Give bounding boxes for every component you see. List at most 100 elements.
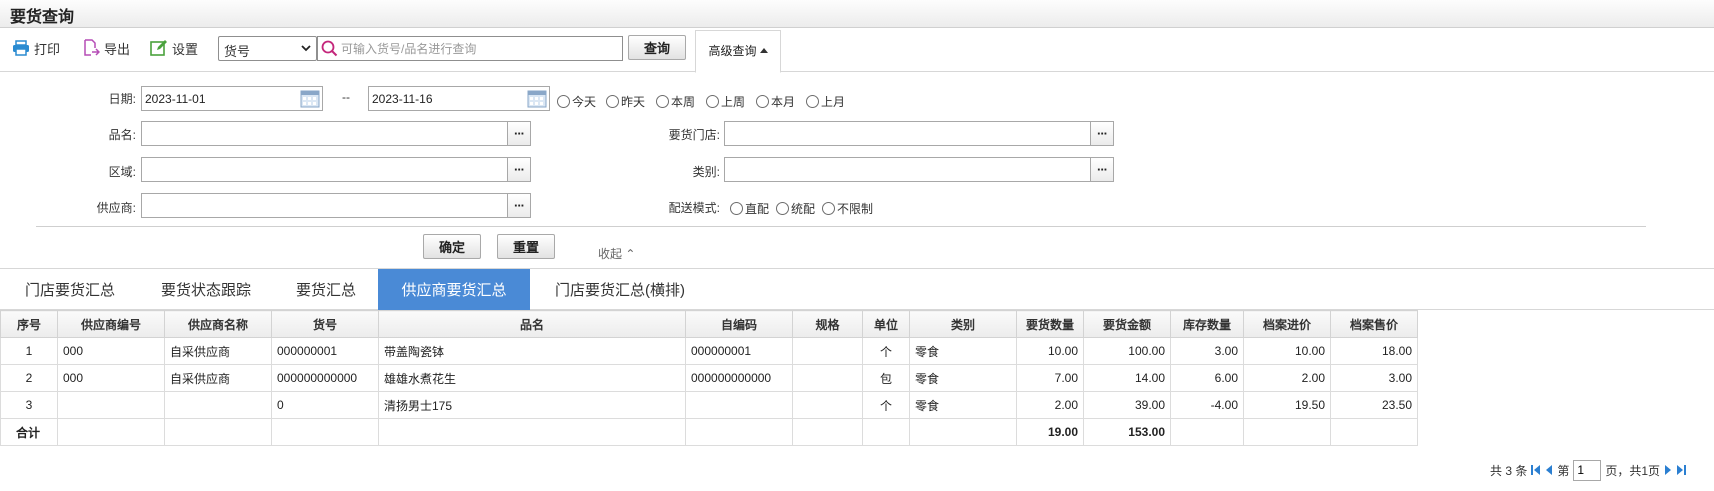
column-header[interactable]: 自编码	[685, 310, 793, 338]
category-label: 类别:	[692, 165, 720, 179]
table-cell	[909, 418, 1017, 446]
radio-last-month[interactable]: 上月	[806, 93, 845, 110]
table-cell	[271, 418, 379, 446]
column-header[interactable]: 要货金额	[1083, 310, 1171, 338]
column-header[interactable]: 库存数量	[1170, 310, 1244, 338]
report-tabs: 门店要货汇总 要货状态跟踪 要货汇总 供应商要货汇总 门店要货汇总(横排)	[0, 268, 1714, 310]
delivery-mode-label: 配送模式:	[668, 201, 720, 215]
table-row[interactable]: 2 000 自采供应商 000000000000 雄雄水煮花生 000000000000 包…	[0, 364, 1418, 392]
prev-page-icon[interactable]	[1545, 464, 1553, 476]
radio-circle	[756, 95, 769, 108]
radio-label: 本月	[771, 95, 796, 109]
settings-button[interactable]: 设置	[150, 38, 198, 58]
title-bar: 要货查询	[0, 0, 1714, 28]
supplier-input[interactable]	[145, 197, 500, 214]
radio-direct-delivery[interactable]: 直配	[730, 200, 769, 217]
confirm-button[interactable]: 确定	[423, 234, 481, 259]
table-cell: 合计	[0, 418, 58, 446]
radio-this-month[interactable]: 本月	[756, 93, 795, 110]
store-picker-button[interactable]: ···	[1090, 121, 1114, 146]
supplier-label: 供应商:	[96, 201, 136, 215]
date-separator: --	[342, 90, 350, 104]
column-header[interactable]: 序号	[0, 310, 58, 338]
table-cell	[685, 418, 793, 446]
radio-unified-delivery[interactable]: 统配	[776, 200, 815, 217]
data-table: 序号 供应商编号 供应商名称 货号 品名 自编码 规格 单位 类别 要货数量 要货金额 库存数量 档案进…	[0, 310, 1418, 446]
table-cell: 2.00	[1016, 391, 1084, 419]
column-header[interactable]: 供应商编号	[57, 310, 165, 338]
search-box	[317, 36, 623, 61]
export-button[interactable]: 导出	[82, 38, 130, 58]
product-label: 品名:	[108, 128, 136, 142]
table-cell	[792, 418, 863, 446]
table-cell	[164, 418, 272, 446]
table-row[interactable]: 3 0 清扬男士175 个零食 2.00 39.00 -4.00 19.50 23.50	[0, 391, 1418, 419]
tab-store-summary-horizontal[interactable]: 门店要货汇总(横排)	[540, 269, 700, 310]
reset-button[interactable]: 重置	[497, 234, 555, 259]
radio-circle	[606, 95, 619, 108]
advanced-query-tab[interactable]: 高级查询	[695, 30, 781, 73]
region-field	[141, 157, 508, 182]
tab-store-summary[interactable]: 门店要货汇总	[8, 269, 132, 310]
radio-circle	[706, 95, 719, 108]
table-cell: 000	[57, 364, 165, 392]
table-total-row[interactable]: 合计 19.00 153.00	[0, 418, 1418, 446]
search-field-select[interactable]: 货号	[218, 36, 317, 61]
date-from-input[interactable]	[145, 90, 295, 107]
column-header[interactable]: 货号	[271, 310, 379, 338]
radio-no-limit[interactable]: 不限制	[822, 200, 873, 217]
tab-supplier-summary[interactable]: 供应商要货汇总	[378, 269, 530, 310]
table-cell: 0	[271, 391, 379, 419]
radio-today[interactable]: 今天	[557, 93, 596, 110]
calendar-icon[interactable]	[299, 88, 321, 109]
supplier-picker-button[interactable]: ···	[507, 193, 531, 218]
tab-status-tracking[interactable]: 要货状态跟踪	[146, 269, 266, 310]
radio-last-week[interactable]: 上周	[706, 93, 745, 110]
next-page-icon[interactable]	[1664, 464, 1672, 476]
store-input[interactable]	[728, 125, 1083, 142]
date-to-input[interactable]	[372, 90, 522, 107]
column-header[interactable]: 供应商名称	[164, 310, 272, 338]
region-picker-button[interactable]: ···	[507, 157, 531, 182]
column-header[interactable]: 类别	[909, 310, 1017, 338]
category-input[interactable]	[728, 161, 1083, 178]
caret-up-icon	[759, 48, 768, 53]
category-picker-button[interactable]: ···	[1090, 157, 1114, 182]
last-page-icon[interactable]	[1676, 464, 1687, 476]
page-number-input[interactable]	[1573, 459, 1602, 481]
table-cell	[685, 391, 793, 419]
radio-yesterday[interactable]: 昨天	[606, 93, 645, 110]
tab-order-summary[interactable]: 要货汇总	[280, 269, 372, 310]
table-cell: 000000001	[685, 337, 793, 365]
calendar-icon[interactable]	[526, 88, 548, 109]
table-cell	[1243, 418, 1331, 446]
export-icon	[82, 39, 100, 57]
print-button[interactable]: 打印	[12, 38, 60, 58]
column-header[interactable]: 品名	[378, 310, 686, 338]
column-header[interactable]: 规格	[792, 310, 863, 338]
search-input[interactable]	[341, 39, 619, 58]
table-cell: 100.00	[1083, 337, 1171, 365]
table-cell: 10.00	[1243, 337, 1331, 365]
table-cell: 18.00	[1330, 337, 1418, 365]
table-cell: 自采供应商	[164, 337, 272, 365]
column-header[interactable]: 档案进价	[1243, 310, 1331, 338]
product-input[interactable]	[145, 125, 500, 142]
radio-label: 上周	[721, 95, 746, 109]
table-cell: 23.50	[1330, 391, 1418, 419]
radio-label: 不限制	[837, 202, 874, 216]
product-picker-button[interactable]: ···	[507, 121, 531, 146]
table-header-row: 序号 供应商编号 供应商名称 货号 品名 自编码 规格 单位 类别 要货数量 要货金额 库存数量 档案进…	[0, 310, 1418, 338]
radio-this-week[interactable]: 本周	[656, 93, 695, 110]
table-cell: 000	[57, 337, 165, 365]
collapse-link[interactable]: 收起 ⌃	[598, 245, 635, 262]
column-header[interactable]: 档案售价	[1330, 310, 1418, 338]
export-label: 导出	[104, 41, 131, 57]
column-header[interactable]: 单位	[862, 310, 910, 338]
query-button[interactable]: 查询	[628, 35, 686, 60]
table-row[interactable]: 1 000 自采供应商 000000001 带盖陶瓷钵 000000001 个零食 10.00…	[0, 337, 1418, 365]
table-cell: 包	[862, 364, 910, 392]
column-header[interactable]: 要货数量	[1016, 310, 1084, 338]
first-page-icon[interactable]	[1531, 464, 1541, 476]
region-input[interactable]	[145, 161, 500, 178]
